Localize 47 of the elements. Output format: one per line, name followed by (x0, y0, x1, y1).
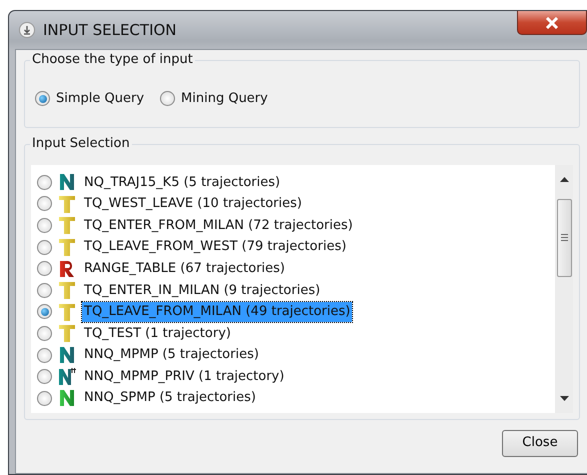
radio-button[interactable] (37, 240, 52, 255)
list-item[interactable]: TQ_ENTER_IN_MILAN (9 trajectories) (82, 280, 322, 300)
list-item[interactable]: NNQ_MPMP (5 trajectories) (82, 345, 261, 365)
scroll-up-icon[interactable] (560, 176, 568, 182)
list-item[interactable]: TQ_TEST (1 trajectory) (82, 324, 233, 344)
radio-button[interactable] (37, 390, 52, 406)
radio-button[interactable] (37, 282, 52, 298)
list-item[interactable]: RANGE_TABLE (67 trajectories) (82, 258, 288, 278)
t-letter-icon (58, 194, 76, 214)
radio-button[interactable] (37, 304, 52, 320)
list-item[interactable]: TQ_LEAVE_FROM_MILAN (49 trajectories) (82, 302, 352, 322)
radio-button[interactable] (160, 91, 176, 106)
radio-button[interactable] (37, 369, 52, 384)
list-item[interactable]: NNQ_MPMP_PRIV (1 trajectory) (82, 366, 286, 386)
radio-button[interactable] (37, 174, 52, 190)
t-letter-icon (58, 237, 76, 258)
radio-button[interactable] (37, 261, 52, 276)
n-letter-icon (58, 388, 76, 408)
t-letter-icon (58, 323, 76, 344)
t-letter-icon (58, 280, 76, 300)
close-button[interactable] (517, 11, 587, 35)
radio-button[interactable] (37, 326, 52, 341)
t-letter-icon (58, 302, 76, 322)
list-item[interactable]: NQ_TRAJ15_K5 (5 trajectories) (82, 172, 282, 192)
download-icon (19, 22, 35, 38)
option-label[interactable]: Mining Query (181, 89, 268, 108)
radio-button[interactable] (35, 91, 50, 106)
t-letter-icon (58, 215, 76, 236)
close-button[interactable]: Close (502, 430, 578, 456)
grip-icon (560, 234, 568, 241)
list-item[interactable]: NNQ_SPMP (5 trajectories) (82, 388, 258, 408)
radio-button[interactable] (37, 348, 52, 363)
n-letter-icon (58, 366, 76, 387)
scroll-thumb[interactable] (556, 198, 572, 276)
window-title: INPUT SELECTION (43, 20, 177, 41)
option-label[interactable]: Simple Query (56, 89, 144, 108)
radio-button[interactable] (37, 218, 52, 233)
scroll-down-icon[interactable] (560, 396, 568, 400)
n-letter-icon (58, 172, 76, 192)
radio-button[interactable] (37, 196, 52, 212)
list-item[interactable]: TQ_LEAVE_FROM_WEST (79 trajectories) (82, 237, 348, 257)
list-item[interactable]: TQ_ENTER_FROM_MILAN (72 trajectories) (82, 216, 355, 236)
scrollbar[interactable] (555, 164, 573, 412)
n-letter-icon (58, 345, 76, 366)
close-icon (545, 16, 559, 28)
list-item[interactable]: TQ_WEST_LEAVE (10 trajectories) (82, 194, 304, 214)
r-letter-icon (58, 258, 76, 279)
